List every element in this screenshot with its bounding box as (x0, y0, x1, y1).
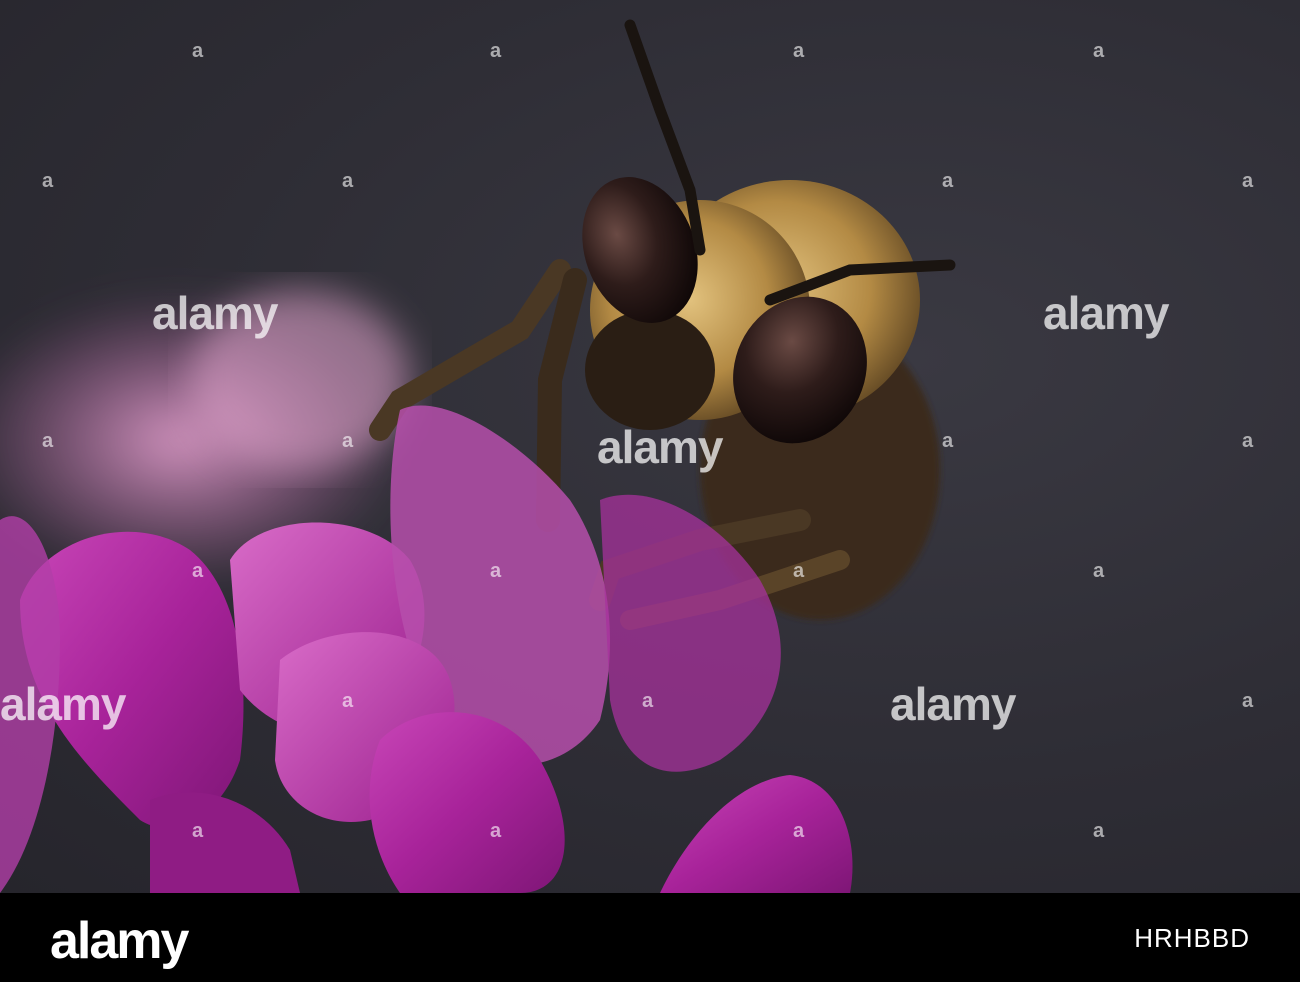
watermark-dot: a (342, 430, 354, 452)
watermark-dot: a (1093, 560, 1105, 582)
image-code: HRHBBD (1134, 923, 1250, 953)
watermark-dot: a (192, 820, 204, 842)
watermark-dot: a (942, 430, 954, 452)
watermark-dot: a (192, 40, 204, 62)
alamy-logo: alamy (50, 912, 189, 970)
watermark-dot: a (1093, 820, 1105, 842)
watermark-dot: a (490, 820, 502, 842)
watermark-dot: a (1242, 170, 1254, 192)
watermark-dot: a (642, 690, 654, 712)
watermark: alamy (152, 287, 278, 339)
watermark: alamy (1043, 287, 1169, 339)
watermark: alamy (0, 678, 126, 730)
watermark-dot: a (192, 560, 204, 582)
watermark-dot: a (342, 690, 354, 712)
watermark-dot: a (342, 170, 354, 192)
watermark-dot: a (490, 40, 502, 62)
watermark-dot: a (42, 430, 54, 452)
watermark: alamy (597, 421, 723, 473)
watermark-dot: a (793, 560, 805, 582)
bee-face (585, 310, 715, 430)
footer-bar: alamy HRHBBD (0, 893, 1300, 982)
bee-leg (369, 259, 571, 441)
watermark-dot: a (1093, 40, 1105, 62)
watermark-dot: a (42, 170, 54, 192)
watermark-dot: a (942, 170, 954, 192)
petal (150, 792, 300, 893)
petal (660, 775, 853, 893)
watermark-dot: a (793, 820, 805, 842)
watermark-dot: a (1242, 690, 1254, 712)
watermark-dot: a (793, 40, 805, 62)
watermark-dot: a (490, 560, 502, 582)
photo: alamy alamy alamy alamy alamy a a a a a … (0, 0, 1300, 893)
watermark-dot: a (1242, 430, 1254, 452)
watermark: alamy (890, 678, 1016, 730)
